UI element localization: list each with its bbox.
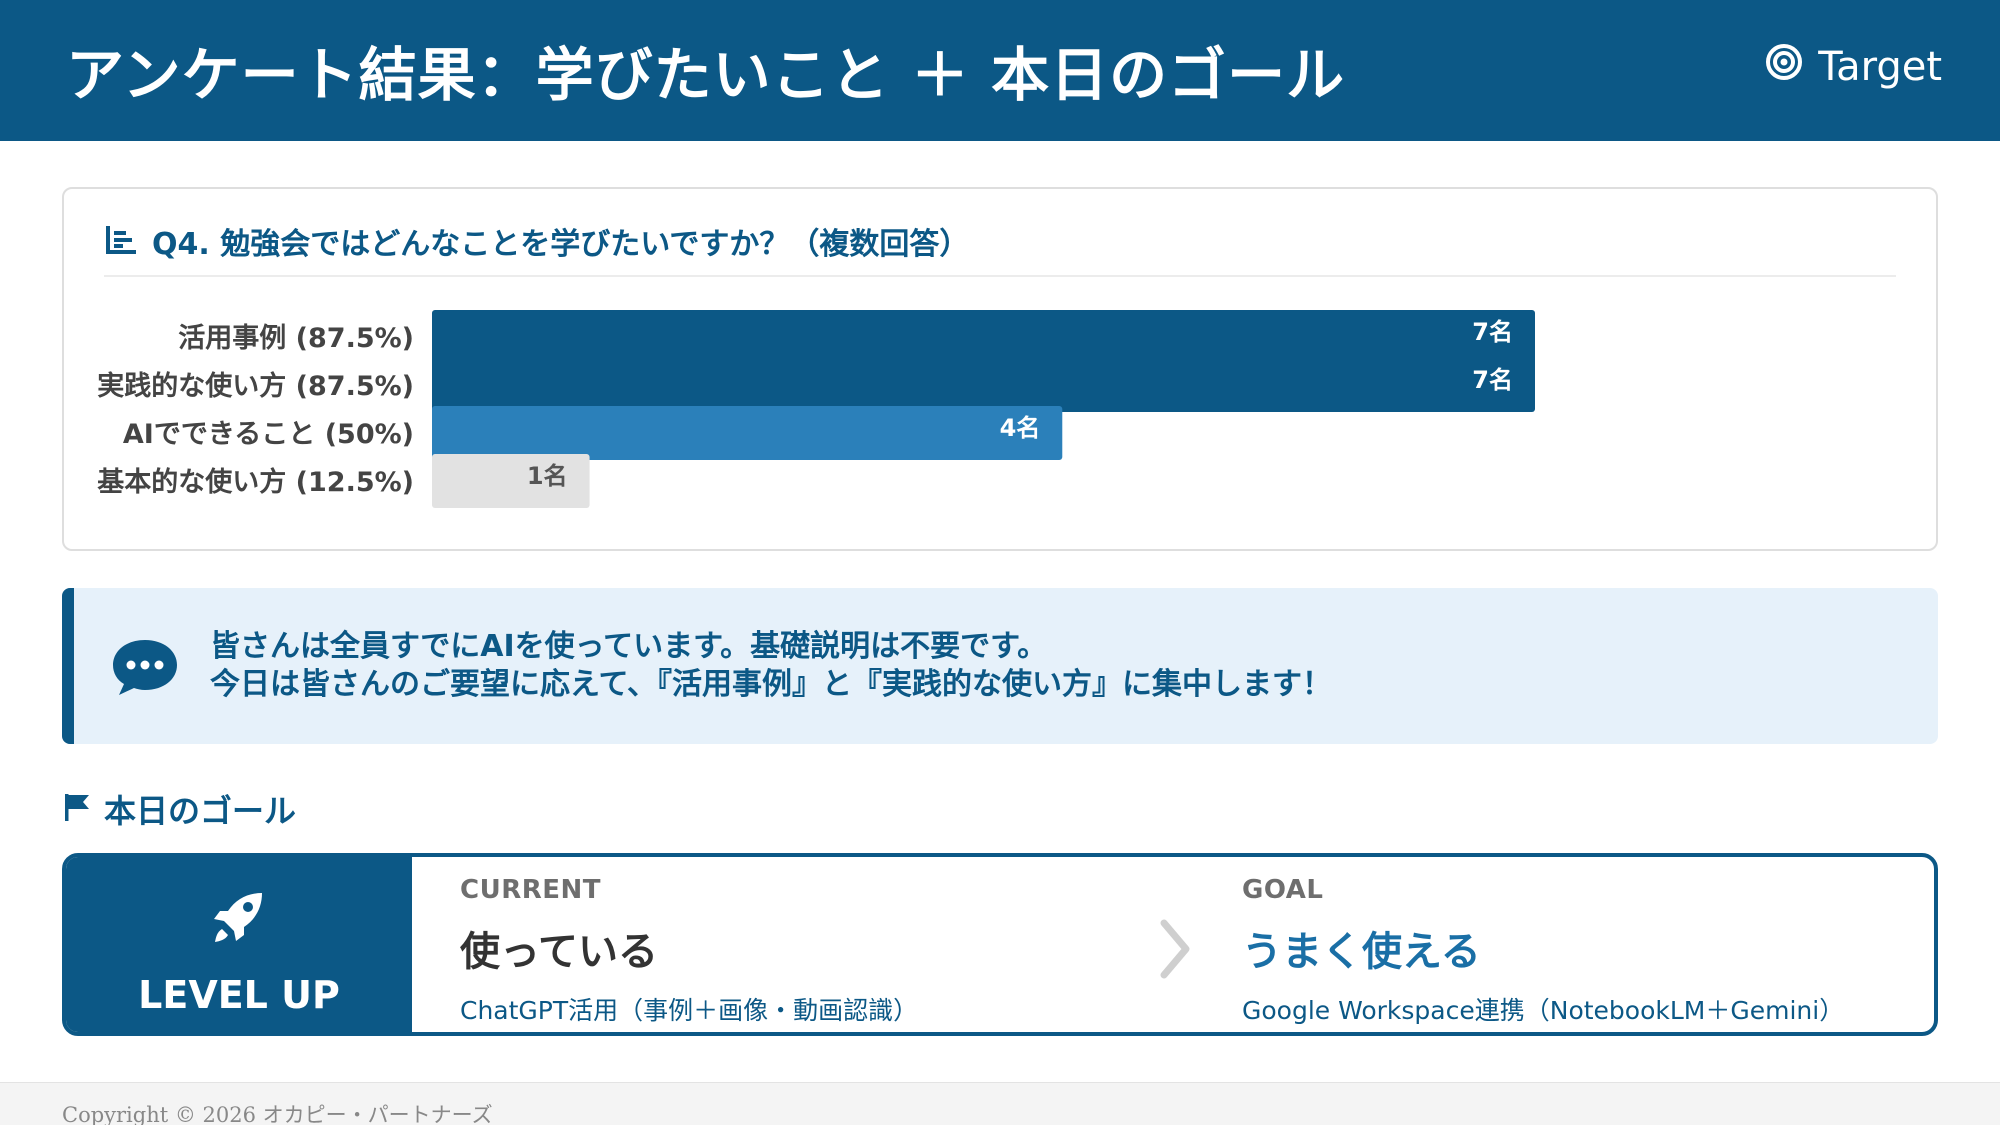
callout-line-2: 今日は皆さんのご要望に応えて、『活用事例』と『実践的な使い方』に集中します！ bbox=[210, 667, 1332, 702]
goal-state: GOAL うまく使える Google Workspace連携（NotebookL… bbox=[1242, 875, 1844, 1027]
goal-main-text: うまく使える bbox=[1242, 929, 1481, 975]
chart-bar bbox=[432, 358, 1535, 412]
bar-chart-icon bbox=[104, 219, 138, 261]
goal-heading-label: 本日のゴール bbox=[104, 792, 297, 830]
flag-icon bbox=[62, 792, 92, 826]
chart-category-label: 基本的な使い方 (12.5%) bbox=[97, 466, 414, 498]
chart-data-label: 4名 bbox=[1000, 414, 1041, 442]
callout-text: 皆さんは全員すでにAIを使っています。基礎説明は不要です。 今日は皆さんのご要望… bbox=[210, 628, 1332, 704]
chart-data-label: 1名 bbox=[527, 462, 568, 490]
chart-data-label: 7名 bbox=[1472, 366, 1513, 394]
current-label: CURRENT bbox=[460, 875, 601, 905]
level-up-panel: LEVEL UP bbox=[66, 857, 412, 1032]
level-up-label: LEVEL UP bbox=[138, 973, 340, 1017]
chart-data-label: 7名 bbox=[1472, 318, 1513, 346]
callout-line-1: 皆さんは全員すでにAIを使っています。基礎説明は不要です。 bbox=[210, 629, 1048, 664]
callout-accent-bar bbox=[62, 588, 74, 744]
current-main-text: 使っている bbox=[460, 929, 658, 975]
goal-progress-box: LEVEL UP CURRENT 使っている ChatGPT活用（事例＋画像・動… bbox=[62, 853, 1938, 1036]
target-tag-label: Target bbox=[1818, 44, 1942, 90]
target-icon bbox=[1764, 42, 1804, 92]
goal-sub-text: Google Workspace連携（NotebookLM＋Gemini） bbox=[1242, 996, 1845, 1025]
footer: Copyright © 2026 オカピー・パートナーズ bbox=[0, 1082, 2000, 1125]
chart-category-label: 実践的な使い方 (87.5%) bbox=[97, 370, 414, 402]
chart-header: Q4. 勉強会ではどんなことを学びたいですか？（複数回答） bbox=[104, 219, 1896, 277]
page-title: アンケート結果：学びたいこと ＋ 本日のゴール bbox=[66, 41, 1346, 109]
chart-category-label: 活用事例 (87.5%) bbox=[178, 323, 414, 354]
target-tag: Target bbox=[1764, 42, 1942, 92]
current-sub-text: ChatGPT活用（事例＋画像・動画認識） bbox=[460, 996, 919, 1025]
survey-chart-card: 活用事例 (87.5%) 7名 実践的な使い方 (87.5%) 7名 AIでできること … bbox=[62, 187, 1938, 551]
chart-bar bbox=[432, 406, 1063, 460]
chart-bar bbox=[432, 310, 1535, 364]
chart-title: Q4. 勉強会ではどんなことを学びたいですか？（複数回答） bbox=[152, 227, 970, 262]
copyright-text: Copyright © 2026 オカピー・パートナーズ bbox=[62, 1103, 493, 1125]
goal-label: GOAL bbox=[1242, 875, 1324, 905]
goal-heading: 本日のゴール bbox=[62, 786, 296, 832]
current-state: CURRENT 使っている ChatGPT活用（事例＋画像・動画認識） bbox=[460, 875, 918, 1027]
chart-category-label: AIでできること (50%) bbox=[123, 419, 414, 450]
info-callout: 皆さんは全員すでにAIを使っています。基礎説明は不要です。 今日は皆さんのご要望… bbox=[62, 588, 1938, 744]
header-bar: アンケート結果：学びたいこと ＋ 本日のゴール Target bbox=[0, 0, 2000, 141]
